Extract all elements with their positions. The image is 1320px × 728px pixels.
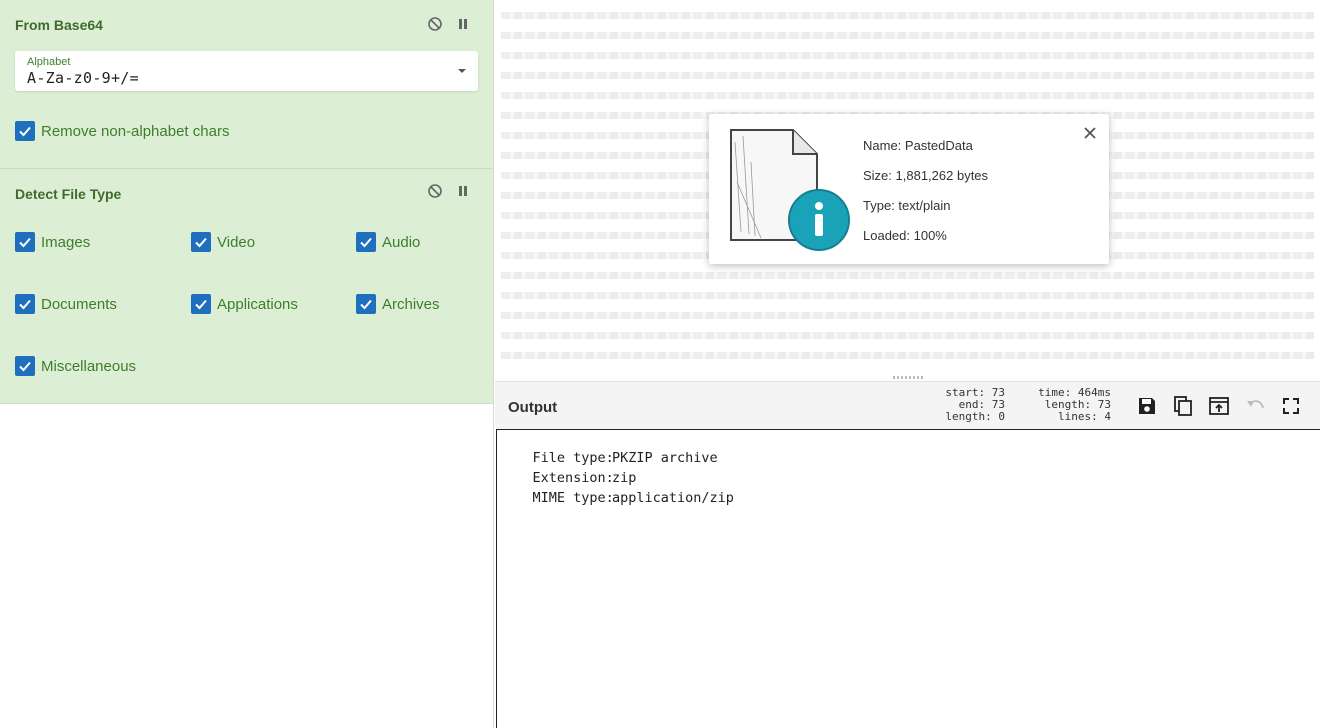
option-archives-checkbox[interactable]: Archives	[356, 294, 440, 314]
checkbox-checked-icon[interactable]	[15, 294, 35, 314]
checkbox-label: Documents	[41, 295, 117, 313]
output-text-area[interactable]: File type: PKZIP archive Extension: zip MI…	[496, 429, 1320, 728]
operation-title: Detect File Type	[15, 186, 122, 202]
remove-non-alphabet-checkbox[interactable]: Remove non-alphabet chars	[15, 121, 229, 141]
alphabet-label: Alphabet	[27, 56, 71, 68]
pause-icon[interactable]	[455, 183, 471, 199]
checkbox-checked-icon[interactable]	[356, 232, 376, 252]
file-info-illustration	[730, 129, 850, 251]
input-text-line	[501, 12, 1314, 19]
input-text-line	[501, 332, 1314, 339]
checkbox-label: Miscellaneous	[41, 357, 137, 375]
option-miscellaneous-checkbox[interactable]: Miscellaneous	[15, 356, 136, 376]
operation-from-base64[interactable]: From Base64 Alphabet A-Za-z0-9+/= Remove…	[0, 0, 493, 169]
file-size: Size: 1,881,262 bytes	[863, 168, 989, 183]
recipe-panel: From Base64 Alphabet A-Za-z0-9+/= Remove…	[0, 0, 494, 728]
checkbox-checked-icon[interactable]	[356, 294, 376, 314]
output-row-mime-type: MIME type: application/zip	[500, 474, 734, 522]
input-text-line	[501, 92, 1314, 99]
checkbox-label: Applications	[217, 295, 298, 313]
close-icon[interactable]	[1083, 126, 1097, 140]
input-text-line	[501, 352, 1314, 359]
alphabet-value: A-Za-z0-9+/=	[27, 69, 139, 87]
input-text-line	[501, 272, 1314, 279]
input-text-line	[501, 32, 1314, 39]
file-loaded: Loaded: 100%	[863, 228, 947, 243]
file-type: Type: text/plain	[863, 198, 951, 213]
option-audio-checkbox[interactable]: Audio	[356, 232, 420, 252]
pane-resize-handle[interactable]	[893, 376, 925, 379]
output-value: application/zip	[612, 490, 734, 506]
disable-icon[interactable]	[427, 16, 443, 32]
checkbox-label: Archives	[382, 295, 440, 313]
pause-icon[interactable]	[455, 16, 471, 32]
checkbox-checked-icon[interactable]	[15, 232, 35, 252]
operation-title: From Base64	[15, 17, 103, 33]
alphabet-select[interactable]: Alphabet A-Za-z0-9+/=	[15, 51, 478, 91]
option-documents-checkbox[interactable]: Documents	[15, 294, 117, 314]
operation-detect-file-type[interactable]: Detect File Type Images Video Audio Docu…	[0, 169, 493, 404]
replace-input-icon[interactable]	[1208, 395, 1230, 417]
checkbox-label: Audio	[382, 233, 421, 251]
input-text-line	[501, 292, 1314, 299]
checkbox-checked-icon[interactable]	[15, 356, 35, 376]
stat-lines: lines: 4	[1058, 410, 1111, 423]
chevron-down-icon[interactable]	[458, 69, 466, 73]
checkbox-label: Images	[41, 233, 91, 251]
checkbox-checked-icon[interactable]	[191, 294, 211, 314]
output-key: MIME type:	[532, 490, 614, 506]
file-info-popup: Name: PastedData Size: 1,881,262 bytes T…	[709, 114, 1109, 264]
input-text-line	[501, 312, 1314, 319]
input-text-line	[501, 52, 1314, 59]
output-title: Output	[508, 399, 558, 416]
checkbox-checked-icon[interactable]	[15, 121, 35, 141]
checkbox-label: Remove non-alphabet chars	[41, 122, 230, 140]
option-images-checkbox[interactable]: Images	[15, 232, 90, 252]
option-applications-checkbox[interactable]: Applications	[191, 294, 298, 314]
input-text-line	[501, 72, 1314, 79]
copy-icon[interactable]	[1172, 395, 1194, 417]
disable-icon[interactable]	[427, 183, 443, 199]
maximise-icon[interactable]	[1280, 395, 1302, 417]
stat-length: length: 0	[945, 410, 1005, 423]
output-value: PKZIP archive	[612, 450, 718, 466]
undo-icon[interactable]	[1244, 395, 1266, 417]
checkbox-checked-icon[interactable]	[191, 232, 211, 252]
checkbox-label: Video	[217, 233, 256, 251]
save-icon[interactable]	[1136, 395, 1158, 417]
output-header: Output start: 73 end: 73 length: 0 time:…	[495, 381, 1320, 429]
option-video-checkbox[interactable]: Video	[191, 232, 255, 252]
file-name: Name: PastedData	[863, 138, 973, 153]
output-value: zip	[612, 470, 637, 486]
